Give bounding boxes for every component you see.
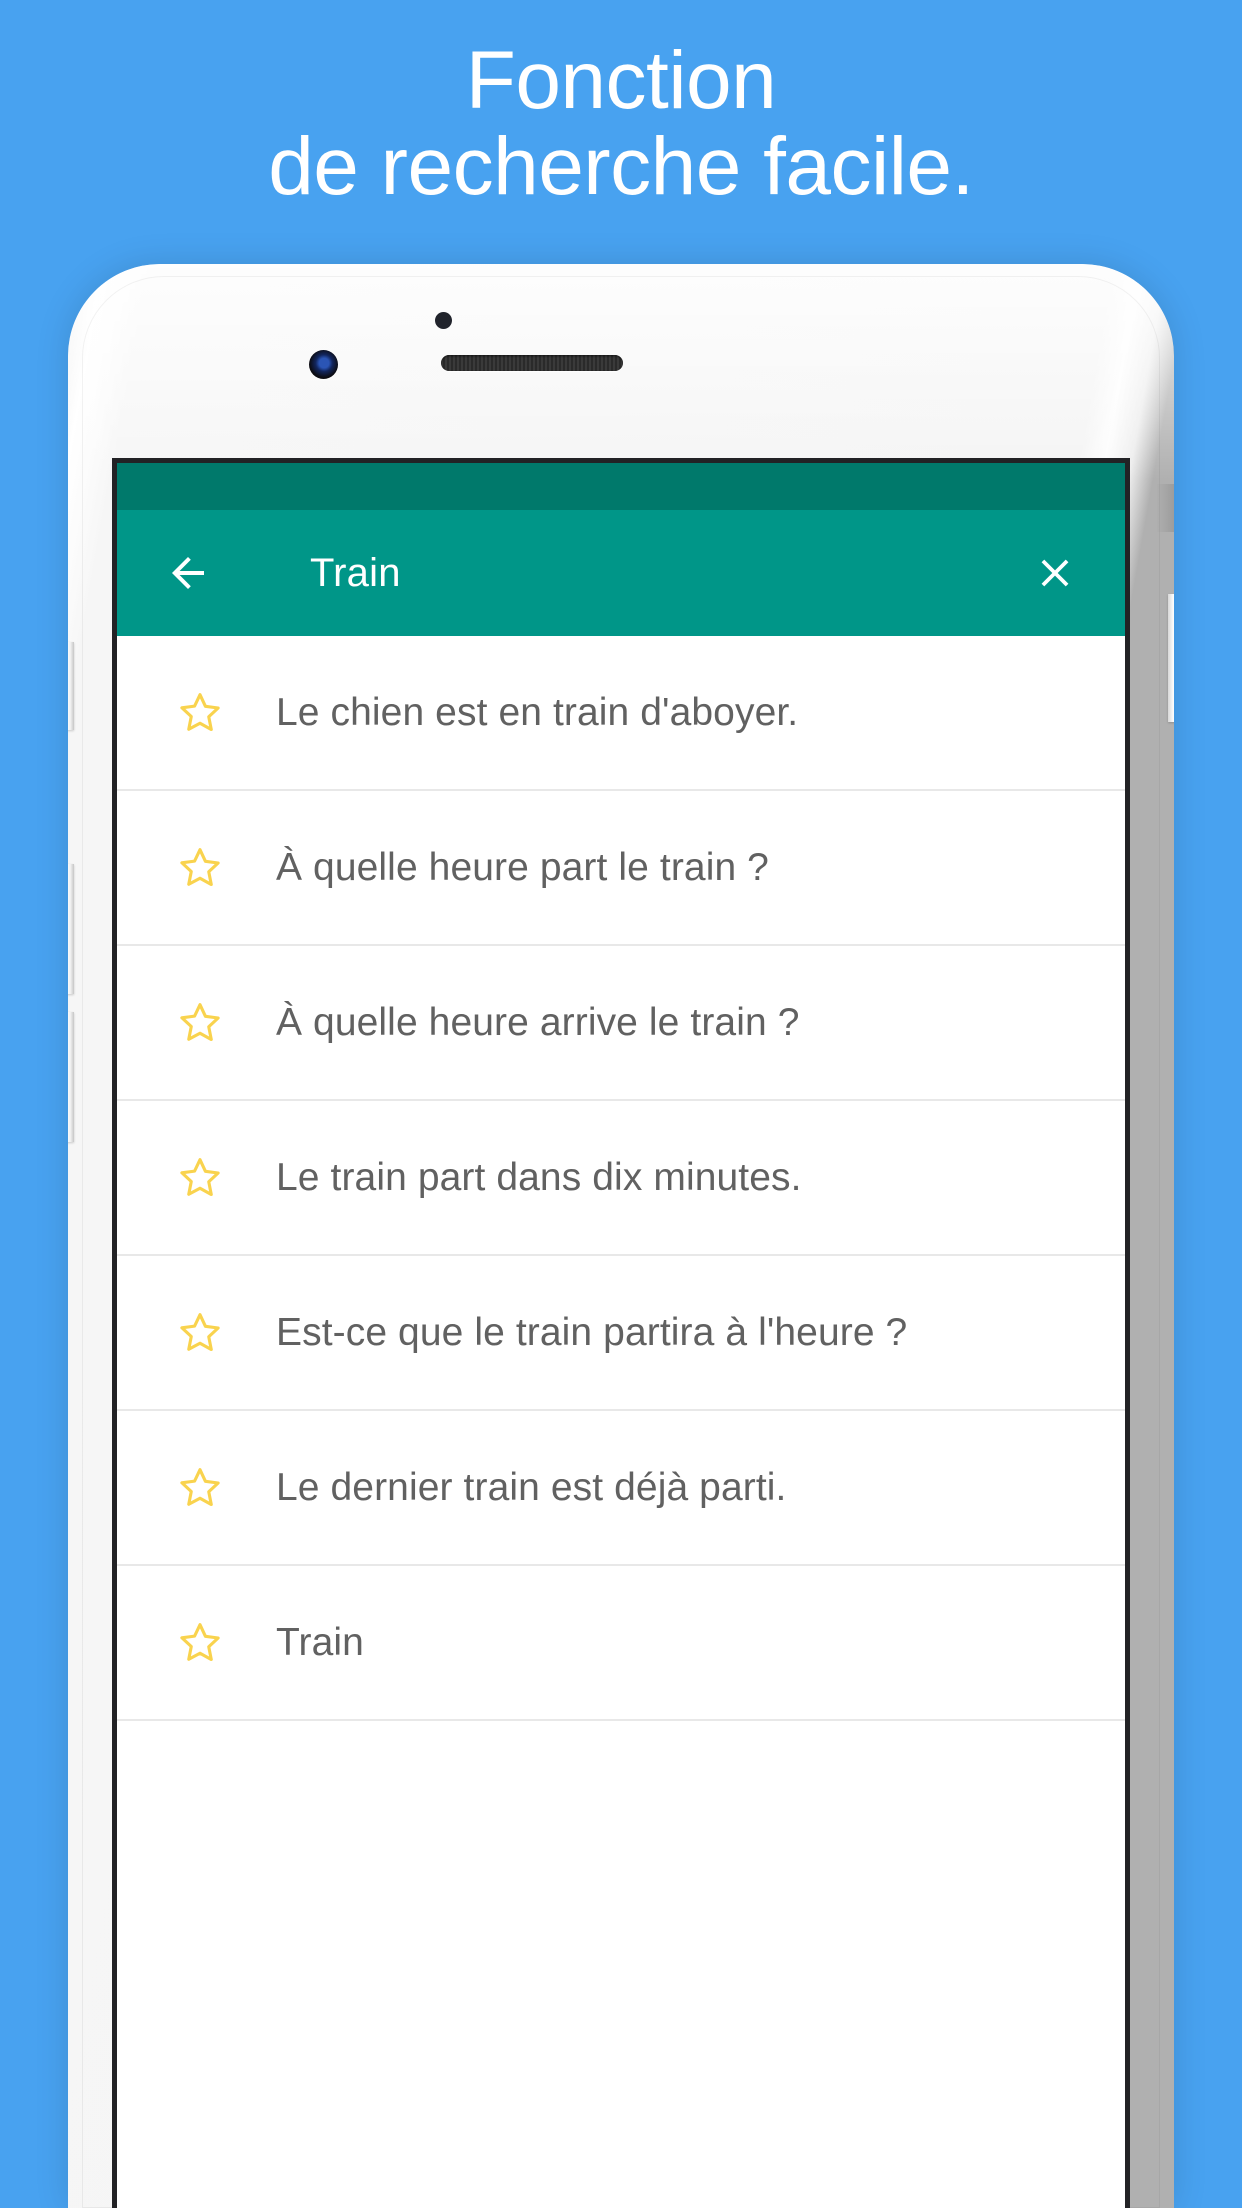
list-item[interactable]: Le chien est en train d'aboyer. — [117, 636, 1125, 791]
toolbar-title: Train — [310, 550, 401, 595]
star-outline-icon — [180, 1467, 220, 1506]
arrow-left-icon — [172, 557, 204, 589]
favorite-star-button[interactable] — [174, 1617, 226, 1669]
status-bar — [117, 463, 1125, 510]
star-outline-icon — [180, 1622, 220, 1661]
close-button[interactable] — [1029, 547, 1081, 599]
list-item-label: À quelle heure part le train ? — [276, 845, 769, 889]
antenna-band — [1156, 484, 1174, 532]
favorite-star-button[interactable] — [174, 687, 226, 739]
headline-line-2: de recherche facile. — [268, 121, 974, 212]
sensor-dot-icon — [435, 312, 452, 329]
app-toolbar: Train — [117, 510, 1125, 636]
speaker-grille-icon — [441, 355, 623, 371]
camera-lens-icon — [309, 350, 338, 379]
silent-switch-button[interactable] — [68, 642, 74, 730]
volume-down-button[interactable] — [68, 1012, 74, 1142]
star-outline-icon — [180, 1157, 220, 1196]
list-item[interactable]: Le dernier train est déjà parti. — [117, 1411, 1125, 1566]
power-button[interactable] — [1168, 594, 1174, 722]
phone-mockup: Train Le chien est en train d'aboyer. À … — [68, 264, 1174, 2208]
list-item[interactable]: À quelle heure arrive le train ? — [117, 946, 1125, 1101]
list-item-label: Le dernier train est déjà parti. — [276, 1465, 787, 1509]
star-outline-icon — [180, 1002, 220, 1041]
list-item-label: À quelle heure arrive le train ? — [276, 1000, 800, 1044]
favorite-star-button[interactable] — [174, 1462, 226, 1514]
phrase-list: Le chien est en train d'aboyer. À quelle… — [117, 636, 1125, 2141]
phone-screen: Train Le chien est en train d'aboyer. À … — [112, 458, 1130, 2208]
star-outline-icon — [180, 692, 220, 731]
list-item-label: Le chien est en train d'aboyer. — [276, 690, 799, 734]
star-outline-icon — [180, 847, 220, 886]
list-item[interactable]: Le train part dans dix minutes. — [117, 1101, 1125, 1256]
list-item-label: Train — [276, 1620, 364, 1664]
list-item[interactable]: À quelle heure part le train ? — [117, 791, 1125, 946]
headline-line-1: Fonction — [465, 35, 777, 126]
list-empty-area — [117, 1721, 1125, 2141]
favorite-star-button[interactable] — [174, 1152, 226, 1204]
list-item[interactable]: Est-ce que le train partira à l'heure ? — [117, 1256, 1125, 1411]
favorite-star-button[interactable] — [174, 1307, 226, 1359]
favorite-star-button[interactable] — [174, 997, 226, 1049]
close-icon — [1041, 559, 1069, 587]
list-item[interactable]: Train — [117, 1566, 1125, 1721]
star-outline-icon — [180, 1312, 220, 1351]
volume-up-button[interactable] — [68, 864, 74, 994]
back-button[interactable] — [161, 546, 215, 600]
promo-headline: Fonction de recherche facile. — [0, 38, 1242, 210]
favorite-star-button[interactable] — [174, 842, 226, 894]
list-item-label: Est-ce que le train partira à l'heure ? — [276, 1310, 908, 1354]
list-item-label: Le train part dans dix minutes. — [276, 1155, 802, 1199]
